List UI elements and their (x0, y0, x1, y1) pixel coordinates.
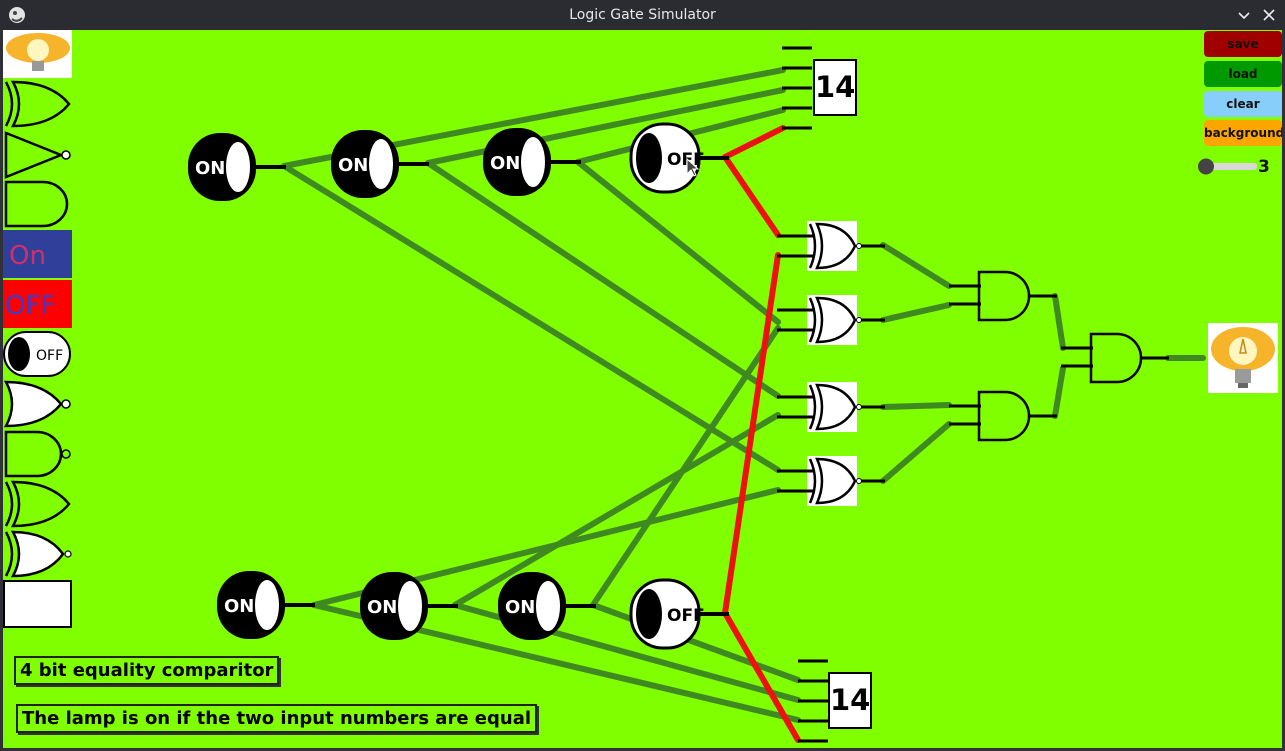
switch-bottom-1[interactable]: ON (215, 569, 320, 641)
palette-switch[interactable]: OFF (3, 330, 72, 378)
xor-gate-icon (4, 80, 71, 128)
and-gate-2[interactable] (947, 390, 1059, 442)
switch-bottom-3[interactable]: ON (496, 570, 601, 642)
nor-gate-icon (3, 380, 71, 428)
svg-text:On: On (9, 241, 46, 271)
xor-gate-2[interactable] (775, 295, 887, 345)
and-gate-3[interactable] (1059, 332, 1171, 384)
on-source-icon: On (9, 241, 46, 271)
palette-not-gate[interactable] (3, 131, 72, 179)
palette-or-gate[interactable] (3, 480, 72, 528)
window-title: Logic Gate Simulator (569, 7, 716, 23)
title-bar: Logic Gate Simulator (0, 0, 1285, 30)
speed-slider[interactable] (1197, 157, 1259, 177)
clear-button[interactable]: clear (1204, 91, 1282, 117)
circuit-title-label[interactable]: 4 bit equality comparitor (14, 656, 280, 685)
palette-xnor-gate[interactable] (3, 530, 72, 578)
palette-off-source[interactable]: OFF (3, 280, 72, 328)
off-source-icon: OFF (5, 291, 55, 321)
minimize-icon[interactable] (1234, 5, 1254, 25)
switch-top-1-label: ON (195, 158, 225, 179)
palette-and-gate[interactable] (3, 180, 72, 228)
svg-text:OFF: OFF (36, 348, 63, 364)
switch-bottom-3-label: ON (505, 597, 535, 618)
circuit-description-label[interactable]: The lamp is on if the two input numbers … (16, 704, 538, 733)
switch-top-3[interactable]: ON (481, 126, 586, 198)
xor-gate-4[interactable] (775, 456, 887, 506)
switch-top-2-label: ON (338, 155, 368, 176)
or-gate-icon (4, 480, 71, 528)
close-icon[interactable] (1259, 5, 1279, 25)
nand-gate-icon (4, 430, 71, 478)
svg-text:OFF: OFF (5, 291, 55, 321)
xnor-gate-icon (4, 530, 72, 578)
xor-gate-1[interactable] (775, 221, 887, 271)
switch-bottom-2-label: ON (367, 597, 397, 618)
switch-top-4[interactable]: OFF (629, 122, 734, 194)
switch-bottom-1-label: ON (224, 596, 254, 617)
background-button[interactable]: background (1204, 120, 1282, 146)
switch-top-2[interactable]: ON (329, 128, 434, 200)
slider-value: 3 (1258, 157, 1270, 177)
save-button[interactable]: save (1204, 31, 1282, 57)
palette-nand-gate[interactable] (3, 430, 72, 478)
switch-bottom-2[interactable]: ON (358, 570, 463, 642)
lamp-icon (3, 30, 72, 78)
load-button[interactable]: load (1204, 61, 1282, 87)
display-top[interactable]: 14 (813, 59, 857, 116)
circuit-canvas[interactable]: On OFF OFF save load clear background 3 … (3, 30, 1282, 748)
and-gate-1[interactable] (947, 270, 1059, 322)
palette-nor-gate[interactable] (3, 380, 72, 428)
and-gate-icon (4, 180, 69, 228)
switch-icon: OFF (3, 331, 71, 377)
palette-xor-gate[interactable] (3, 80, 72, 128)
mouse-cursor-icon (686, 158, 700, 177)
not-gate-icon (4, 131, 71, 179)
output-lamp-icon[interactable] (1208, 323, 1278, 393)
switch-top-1[interactable]: ON (186, 131, 291, 203)
switch-bottom-4[interactable]: OFF (629, 578, 734, 650)
xor-gate-3[interactable] (775, 382, 887, 432)
palette-on-source[interactable]: On (3, 230, 72, 278)
switch-top-3-label: ON (490, 153, 520, 174)
display-bottom[interactable]: 14 (828, 672, 872, 729)
palette-lamp[interactable] (3, 30, 72, 78)
palette-display[interactable] (3, 580, 72, 628)
